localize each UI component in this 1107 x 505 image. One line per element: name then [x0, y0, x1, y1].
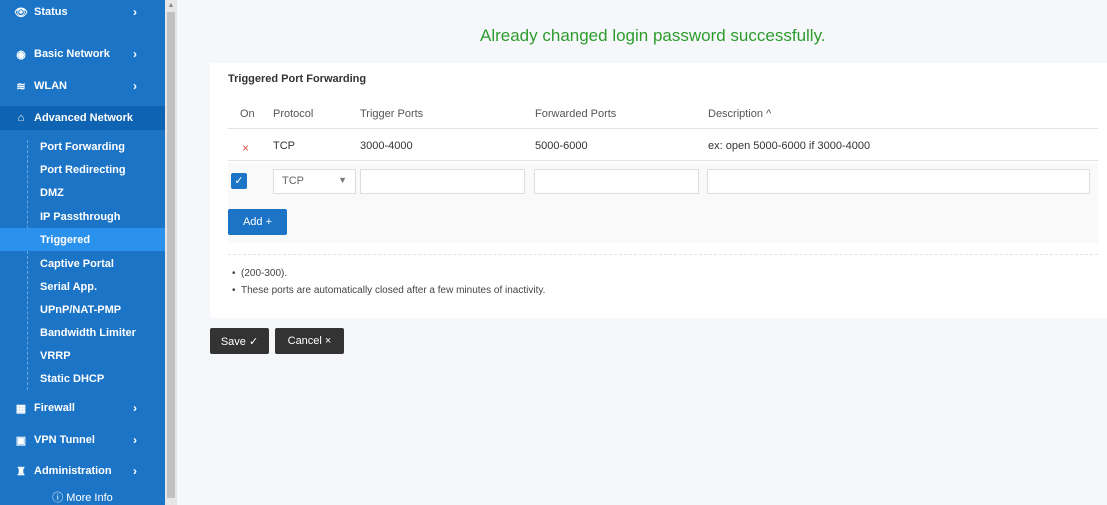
protocol-select[interactable]: TCP ▼: [273, 169, 356, 194]
nav-vpn-tunnel[interactable]: ▣ VPN Tunnel ›: [0, 428, 165, 452]
chevron-right-icon: ›: [133, 47, 137, 61]
submenu-divider: [27, 140, 28, 390]
more-info-link[interactable]: ⓘ More Info: [0, 489, 165, 505]
triggered-port-forwarding-panel: Triggered Port Forwarding On Protocol Tr…: [210, 63, 1107, 318]
wifi-icon: ≋: [16, 80, 26, 93]
panel-title: Triggered Port Forwarding: [228, 73, 367, 85]
row-forwarded-ports[interactable]: 5000-6000: [535, 140, 588, 152]
chevron-down-icon: ▼: [338, 175, 347, 185]
success-message: Already changed login password successfu…: [480, 26, 826, 45]
nav-wlan[interactable]: ≋ WLAN ›: [0, 74, 165, 98]
nav-firewall-label: Firewall: [34, 402, 75, 414]
admin-icon: ♜: [16, 465, 26, 478]
column-header-protocol[interactable]: Protocol: [273, 108, 313, 120]
column-header-forwarded-ports[interactable]: Forwarded Ports: [535, 108, 616, 120]
nav-firewall[interactable]: ▦ Firewall ›: [0, 396, 165, 420]
scrollbar-thumb[interactable]: [167, 12, 175, 498]
note-item: • (200-300).: [232, 268, 287, 279]
globe-icon: ◉: [16, 48, 26, 61]
chevron-right-icon: ›: [133, 433, 137, 447]
chevron-right-icon: ›: [133, 79, 137, 93]
note-item: • These ports are automatically closed af…: [232, 285, 545, 296]
header-divider: [228, 128, 1098, 129]
delete-row-icon[interactable]: ×: [242, 141, 249, 155]
column-header-description[interactable]: Description ^: [708, 108, 771, 120]
row-trigger-ports[interactable]: 3000-4000: [360, 140, 413, 152]
trigger-ports-input[interactable]: [360, 169, 525, 194]
row-divider: [228, 160, 1098, 161]
bullet-icon: •: [232, 268, 236, 279]
enable-checkbox[interactable]: ✓: [231, 173, 247, 189]
sidebar-item-vrrp[interactable]: VRRP: [40, 344, 71, 367]
sidebar-item-dmz[interactable]: DMZ: [40, 181, 64, 204]
chevron-right-icon: ›: [133, 401, 137, 415]
row-description[interactable]: ex: open 5000-6000 if 3000-4000: [708, 140, 870, 152]
nav-wlan-label: WLAN: [34, 80, 67, 92]
bullet-icon: •: [232, 285, 236, 296]
nav-administration[interactable]: ♜ Administration ›: [0, 459, 165, 483]
sidebar-item-upnp-nat-pmp[interactable]: UPnP/NAT-PMP: [40, 298, 121, 321]
eye-icon: 👁: [14, 6, 28, 19]
vpn-icon: ▣: [15, 434, 27, 447]
note-text: These ports are automatically closed aft…: [241, 285, 546, 296]
note-text: (200-300).: [241, 268, 288, 279]
protocol-select-value: TCP: [282, 175, 304, 187]
chevron-right-icon: ›: [133, 464, 137, 478]
cancel-button[interactable]: Cancel ×: [275, 328, 344, 354]
network-icon: ⌂: [17, 112, 25, 124]
nav-vpn-tunnel-label: VPN Tunnel: [34, 434, 95, 446]
nav-advanced-network[interactable]: ⌂ Advanced Network: [0, 106, 165, 130]
sidebar-item-bandwidth-limiter[interactable]: Bandwidth Limiter: [40, 321, 136, 344]
sidebar-item-serial-app[interactable]: Serial App.: [40, 275, 97, 298]
sidebar-item-ip-passthrough[interactable]: IP Passthrough: [40, 205, 120, 228]
row-protocol[interactable]: TCP: [273, 140, 295, 152]
column-header-on: On: [240, 108, 255, 120]
nav-basic-network-label: Basic Network: [34, 48, 110, 60]
nav-advanced-network-label: Advanced Network: [34, 112, 134, 124]
chevron-right-icon: ›: [133, 5, 137, 19]
nav-basic-network[interactable]: ◉ Basic Network ›: [0, 42, 165, 66]
sidebar-item-triggered[interactable]: Triggered: [0, 228, 165, 251]
nav-status[interactable]: 👁 Status ›: [0, 0, 165, 24]
save-button[interactable]: Save ✓: [210, 328, 269, 354]
forwarded-ports-input[interactable]: [534, 169, 699, 194]
nav-administration-label: Administration: [34, 465, 112, 477]
firewall-icon: ▦: [15, 402, 27, 415]
add-button[interactable]: Add +: [228, 209, 287, 235]
sidebar-item-captive-portal[interactable]: Captive Portal: [40, 252, 114, 275]
sidebar-item-port-redirecting[interactable]: Port Redirecting: [40, 158, 126, 181]
section-divider: [228, 254, 1098, 255]
sidebar-item-static-dhcp[interactable]: Static DHCP: [40, 367, 104, 390]
scroll-up-icon[interactable]: ▲: [167, 1, 175, 10]
column-header-trigger-ports[interactable]: Trigger Ports: [360, 108, 423, 120]
sidebar: 👁 Status › ◉ Basic Network › ≋ WLAN › ⌂ …: [0, 0, 165, 505]
nav-status-label: Status: [34, 6, 68, 18]
description-input[interactable]: [707, 169, 1090, 194]
sidebar-item-port-forwarding[interactable]: Port Forwarding: [40, 135, 125, 158]
